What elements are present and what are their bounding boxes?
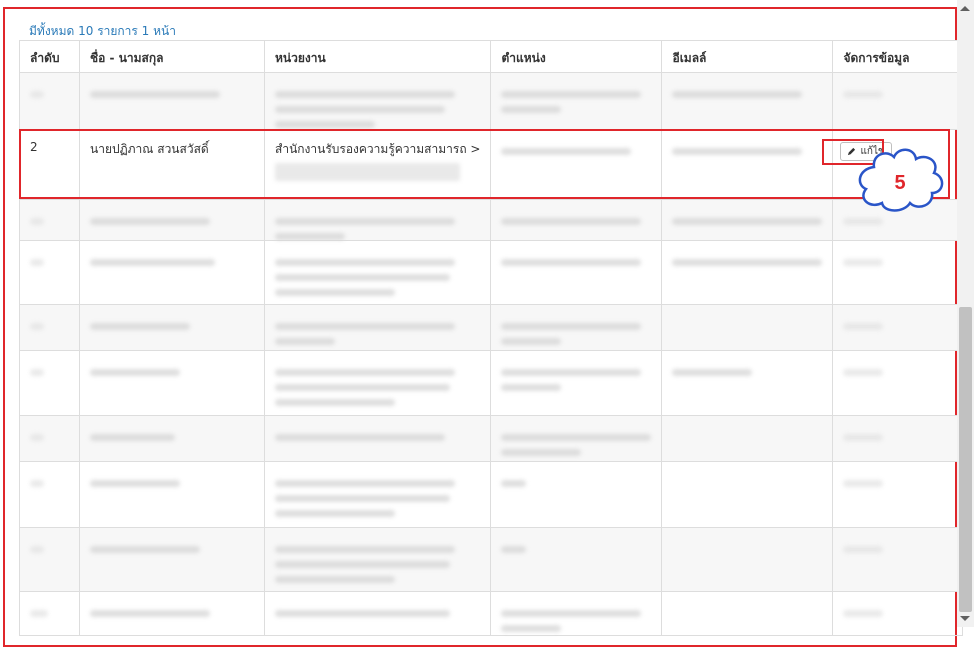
blurred-cell [263,461,492,528]
table-row [19,527,964,592]
blurred-cell [19,240,80,305]
blurred-cell [79,304,265,351]
blurred-cell [832,240,964,305]
blurred-cell [79,415,265,462]
callout-number: 5 [894,172,905,194]
header-department[interactable]: หน่วยงาน [263,40,492,73]
blurred-cell [19,415,80,462]
blurred-cell [19,199,80,241]
blurred-cell [263,415,492,462]
record-count: มีทั้งหมด 10 รายการ 1 หน้า [29,24,176,38]
blurred-cell [832,527,964,592]
blurred-cell [263,199,492,241]
blurred-cell [661,240,834,305]
blurred-cell [263,591,492,636]
blurred-cell [79,350,265,416]
table-row-selected: 2 นายปฏิภาณ สวนสวัสดิ์ สำนักงานรับรองควา… [19,129,964,200]
blurred-cell [19,304,80,351]
blurred-cell [19,527,80,592]
blurred-cell [490,591,663,636]
blurred-cell [490,240,663,305]
department-cell: สำนักงานรับรองความรู้ความสามารถ > [263,129,492,200]
header-order[interactable]: ลำดับ [19,40,80,73]
blurred-cell [832,461,964,528]
table-row [19,199,964,241]
blurred-cell [79,240,265,305]
blurred-cell [661,350,834,416]
blurred-cell [19,591,80,636]
scroll-up-icon[interactable] [960,6,970,11]
blurred-cell [490,350,663,416]
blurred-cell [263,350,492,416]
blurred-cell [661,415,834,462]
blurred-cell [832,350,964,416]
blurred-cell [79,461,265,528]
user-table: ลำดับ ชื่อ - นามสกุล หน่วยงาน ตำแหน่ง อี… [19,40,964,636]
blurred-cell [79,199,265,241]
blurred-cell [661,527,834,592]
table-row [19,240,964,305]
blurred-cell [661,304,834,351]
blurred-cell [490,199,663,241]
blurred-cell [79,72,265,130]
blurred-cell [661,461,834,528]
header-email[interactable]: อีเมลล์ [661,40,834,73]
blurred-cell [490,304,663,351]
order-cell: 2 [19,129,80,200]
blurred-cell [832,72,964,130]
header-name[interactable]: ชื่อ - นามสกุล [79,40,265,73]
blurred-cell [79,527,265,592]
blurred-cell [832,591,964,636]
table-row [19,415,964,462]
blurred-cell [661,199,834,241]
step-callout-cloud: 5 [858,148,944,212]
blurred-cell [263,527,492,592]
table-row [19,350,964,416]
table-row [19,461,964,528]
blurred-cell [263,304,492,351]
scroll-down-icon[interactable] [960,616,970,621]
blurred-cell [661,72,834,130]
blurred-cell [19,350,80,416]
blurred-cell [490,72,663,130]
table-row [19,591,964,636]
blurred-cell [19,461,80,528]
vertical-scrollbar[interactable] [957,0,974,627]
department-text: สำนักงานรับรองความรู้ความสามารถ > [275,142,481,156]
table-row [19,72,964,130]
blurred-cell [19,72,80,130]
header-position[interactable]: ตำแหน่ง [490,40,663,73]
blurred-cell [263,240,492,305]
scroll-thumb[interactable] [959,307,972,612]
blurred-cell [490,415,663,462]
table-header-row: ลำดับ ชื่อ - นามสกุล หน่วยงาน ตำแหน่ง อี… [19,40,964,73]
blurred-cell [79,591,265,636]
blurred-cell [661,129,834,200]
blurred-cell [832,304,964,351]
blurred-cell [490,129,663,200]
table-row [19,304,964,351]
blurred-cell [490,461,663,528]
blurred-cell [832,415,964,462]
blurred-cell [661,591,834,636]
blurred-cell [263,72,492,130]
name-cell: นายปฏิภาณ สวนสวัสดิ์ [79,129,265,200]
blurred-cell [490,527,663,592]
header-manage: จัดการข้อมูล [832,40,964,73]
